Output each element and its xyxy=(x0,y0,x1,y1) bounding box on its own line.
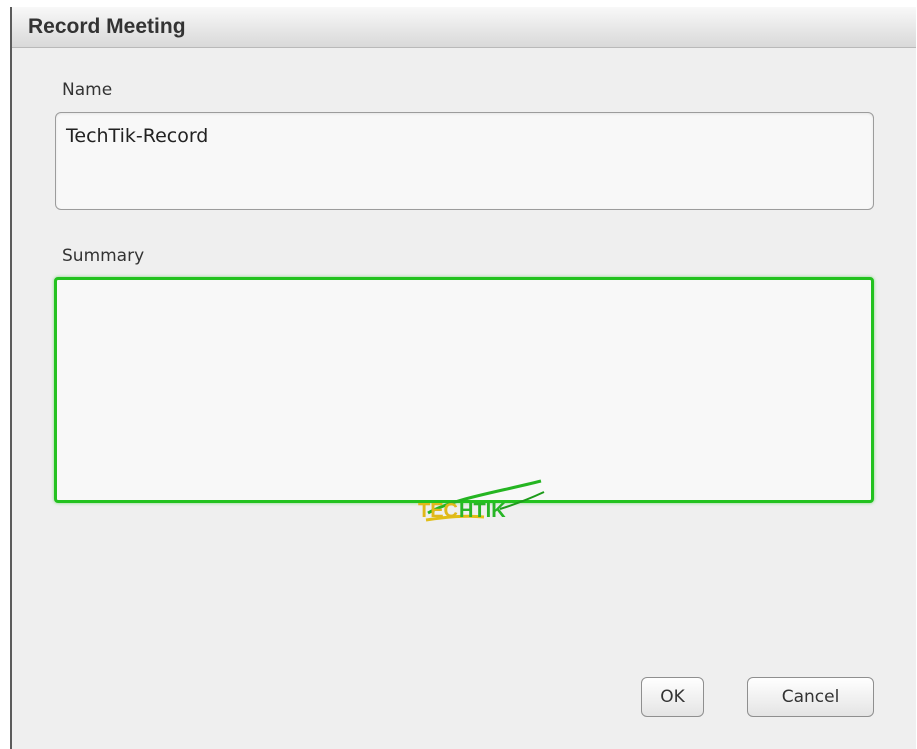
svg-text:TEC: TEC xyxy=(418,500,458,522)
dialog-title: Record Meeting xyxy=(28,15,186,38)
record-meeting-dialog: Record Meeting Name TechTik-Record Summa… xyxy=(10,7,916,749)
name-label: Name xyxy=(62,80,113,100)
summary-textarea[interactable] xyxy=(54,277,874,503)
summary-label: Summary xyxy=(62,246,145,266)
dialog-titlebar[interactable]: Record Meeting xyxy=(12,7,916,48)
techtik-watermark-logo: TEC HTIK xyxy=(418,479,545,522)
name-input[interactable]: TechTik-Record xyxy=(55,112,874,210)
name-input-value: TechTik-Record xyxy=(66,125,209,147)
cancel-button[interactable]: Cancel xyxy=(747,677,874,717)
ok-button[interactable]: OK xyxy=(641,677,704,717)
svg-text:HTIK: HTIK xyxy=(459,500,506,522)
